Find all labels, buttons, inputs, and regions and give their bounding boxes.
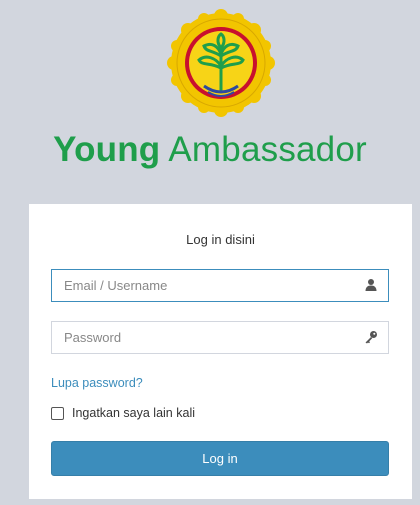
remember-checkbox[interactable] xyxy=(51,406,64,420)
key-icon xyxy=(364,330,378,344)
password-field[interactable] xyxy=(51,321,389,354)
brand-title-bold: Young xyxy=(53,130,161,169)
forgot-password-link[interactable]: Lupa password? xyxy=(51,376,143,390)
brand-title: Young Ambassador xyxy=(0,130,420,170)
remember-me[interactable]: Ingatkan saya lain kali xyxy=(51,406,195,420)
ministry-emblem-icon xyxy=(166,8,276,118)
user-icon xyxy=(364,278,378,292)
brand-title-light: Ambassador xyxy=(168,130,367,169)
login-card: Log in disini Lupa password? xyxy=(29,204,412,499)
login-page: Young Ambassador Log in disini Email / U… xyxy=(0,0,420,505)
login-title: Log in disini xyxy=(186,232,255,247)
email-input[interactable] xyxy=(52,270,354,301)
password-input[interactable] xyxy=(52,322,354,353)
email-field[interactable] xyxy=(51,269,389,302)
login-button[interactable]: Log in xyxy=(51,441,389,476)
remember-label: Ingatkan saya lain kali xyxy=(72,406,195,420)
